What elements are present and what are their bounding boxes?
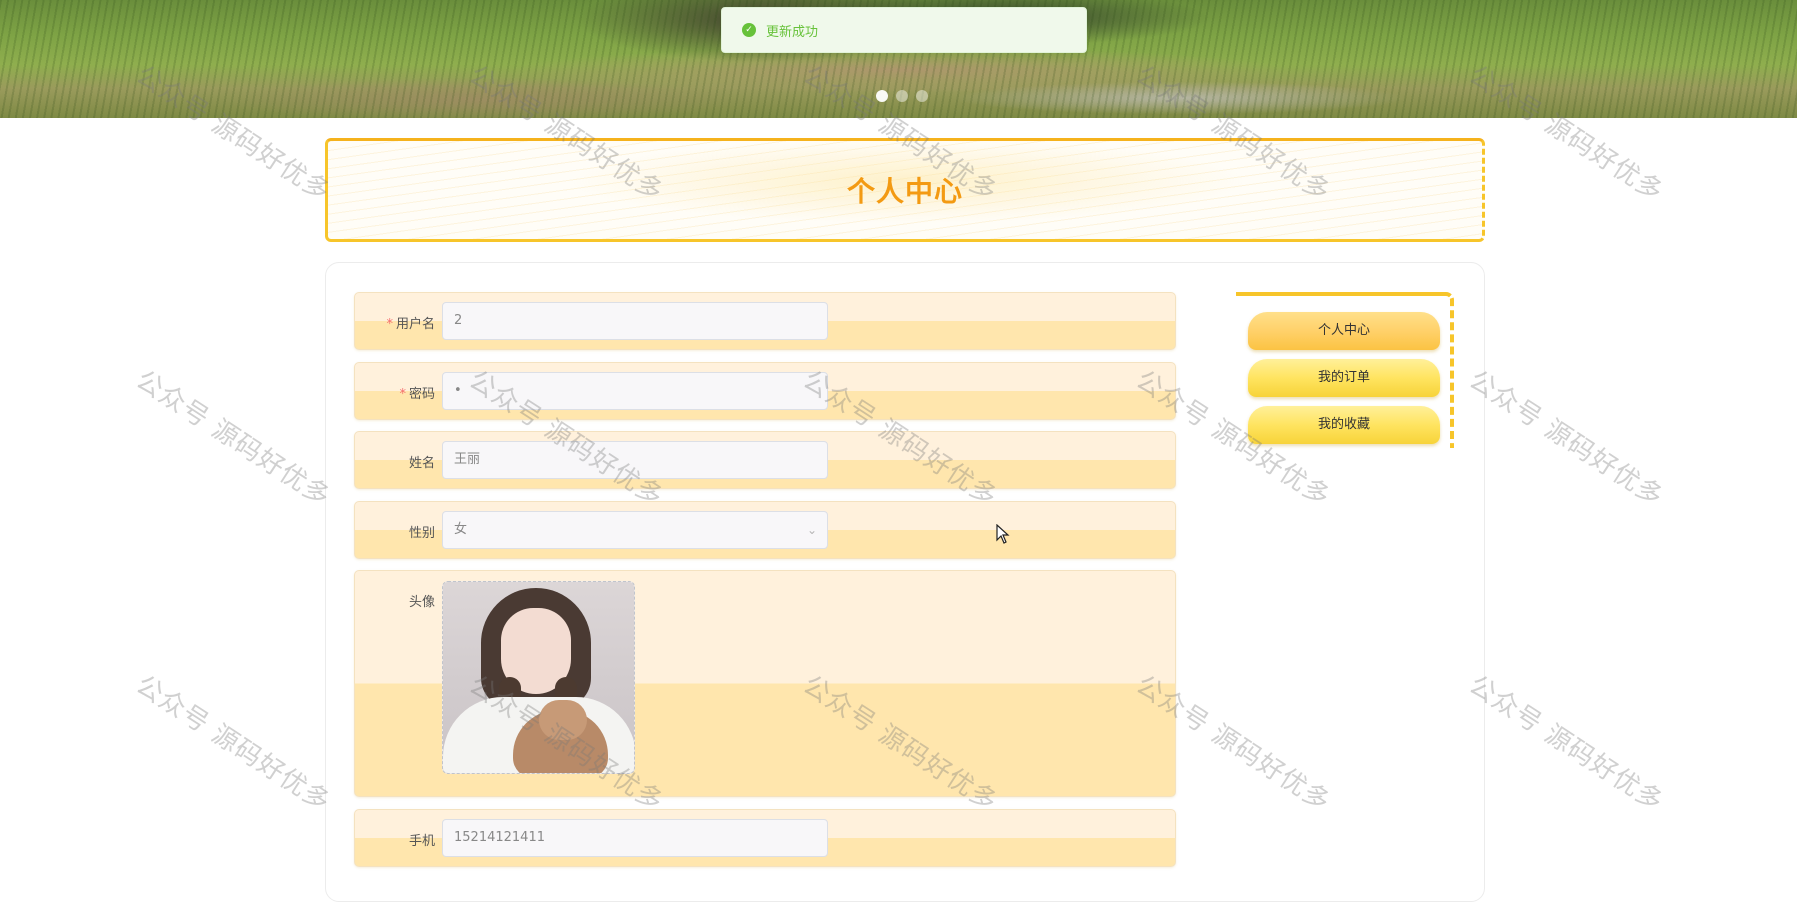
page-title: 个人中心 [846,175,963,208]
form-row-phone: 手机 15214121411 [354,809,1176,867]
menu-item-profile[interactable]: 个人中心 [1248,312,1440,350]
form-row-username: * 用户名 2 [354,292,1176,350]
success-toast: ✓ 更新成功 [721,7,1087,53]
carousel-dot-3[interactable] [916,90,928,102]
side-menu: 个人中心 我的订单 我的收藏 [1236,292,1454,448]
watermark: 公众号 源码好优多 [1463,670,1669,818]
avatar-label: 头像 [408,595,435,610]
phone-label: 手机 [408,834,435,849]
watermark: 公众号 源码好优多 [130,670,336,818]
menu-item-orders[interactable]: 我的订单 [1248,359,1440,397]
carousel-dot-2[interactable] [896,90,908,102]
password-label: * 密码 [399,387,435,402]
carousel-dot-1[interactable] [876,90,888,102]
menu-item-favorites[interactable]: 我的收藏 [1248,406,1440,444]
success-check-icon: ✓ [742,23,756,37]
form-row-gender: 性别 女 ⌄ [354,501,1176,559]
watermark: 公众号 源码好优多 [1463,365,1669,513]
chevron-down-icon: ⌄ [806,523,817,537]
phone-input[interactable]: 15214121411 [442,819,828,857]
required-asterisk: * [386,317,393,332]
carousel-indicators [876,90,928,102]
toast-message: 更新成功 [766,24,819,40]
form-row-password: * 密码 • [354,362,1176,420]
username-label: * 用户名 [386,317,435,332]
password-input[interactable]: • [442,372,828,410]
gender-select[interactable]: 女 ⌄ [442,511,828,549]
name-label: 姓名 [408,456,435,471]
gender-select-value: 女 [454,522,468,537]
mouse-cursor-icon [996,524,1010,544]
form-row-name: 姓名 王丽 [354,431,1176,489]
username-input[interactable]: 2 [442,302,828,340]
name-input[interactable]: 王丽 [442,441,828,479]
gender-label: 性别 [408,526,435,541]
form-row-avatar: 头像 [354,570,1176,797]
title-banner: 个人中心 [325,138,1485,242]
watermark: 公众号 源码好优多 [130,365,336,513]
avatar-image [443,582,634,773]
required-asterisk: * [399,387,406,402]
avatar-upload[interactable] [442,581,635,774]
